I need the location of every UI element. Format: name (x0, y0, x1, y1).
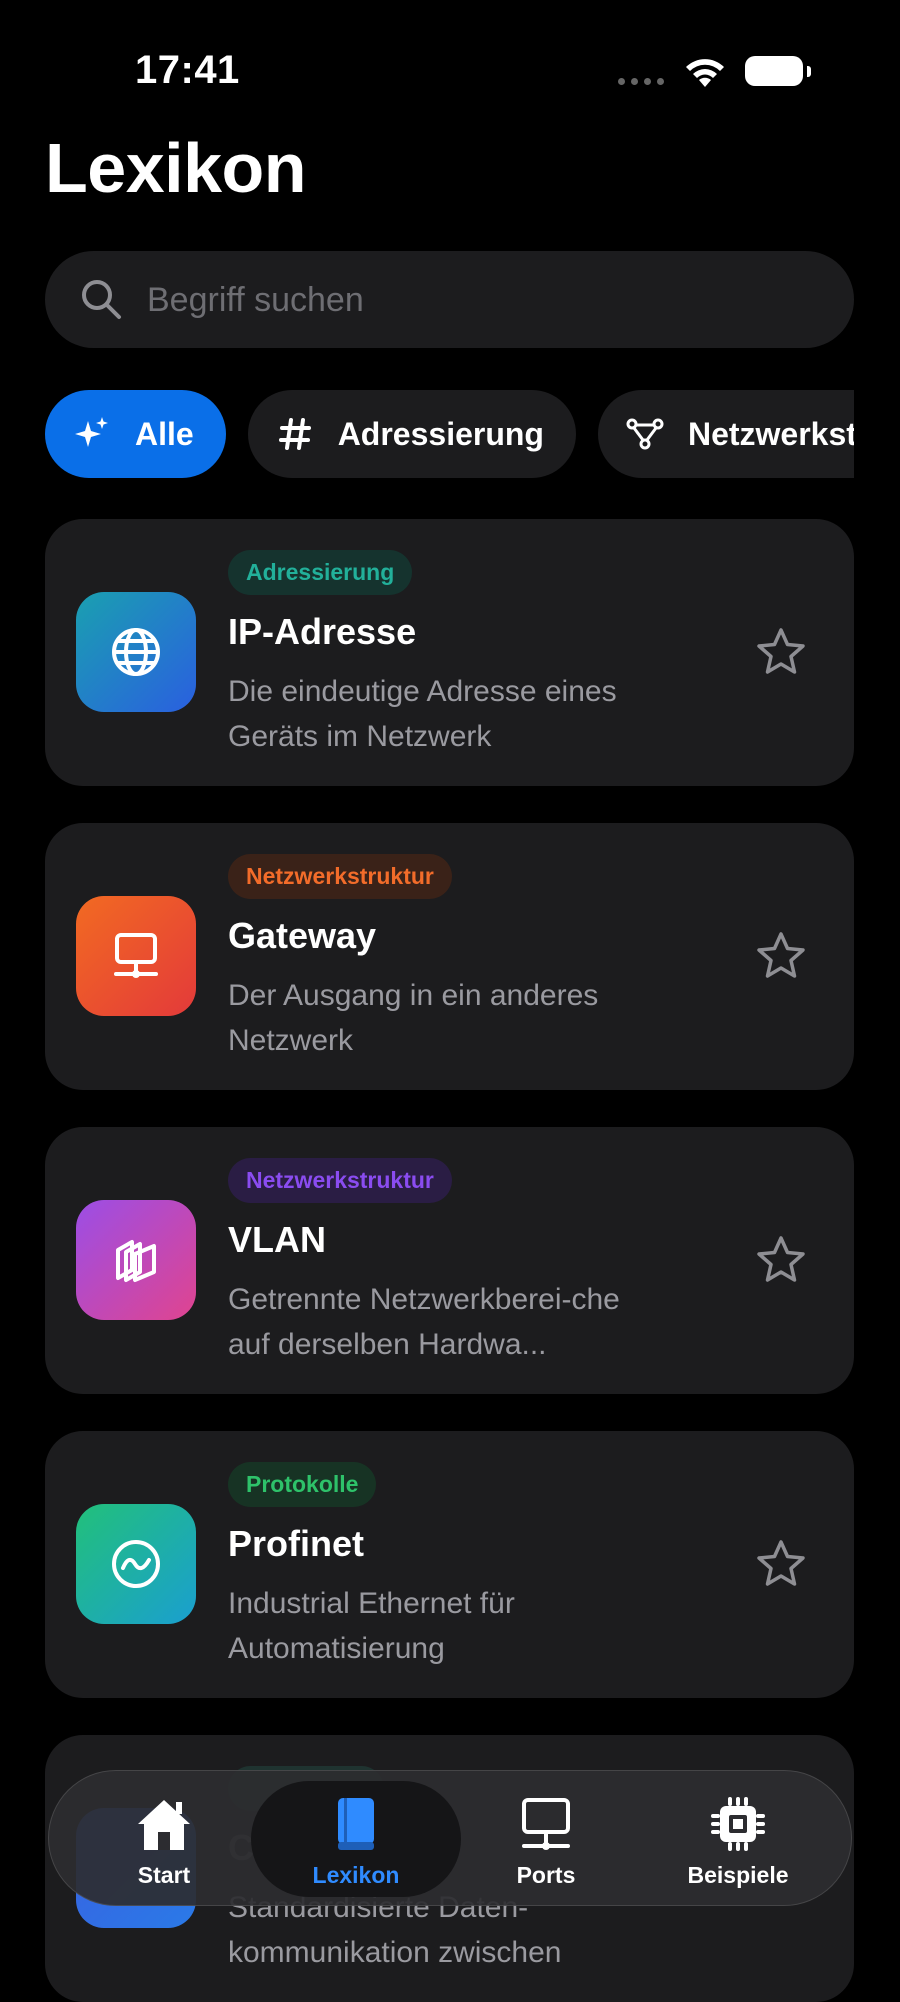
book-icon (338, 1797, 374, 1850)
entry-card-gateway[interactable]: Netzwerkstruktur Gateway Der Ausgang in … (45, 823, 854, 1090)
tab-label: Beispiele (687, 1861, 789, 1888)
cellular-signal-icon (618, 78, 664, 85)
status-time: 17:41 (135, 48, 240, 92)
entry-title: Profinet (228, 1523, 365, 1564)
entry-description: Industrial Ethernet für Automatisierung (228, 1587, 515, 1665)
chip-adressierung[interactable]: Adressierung (247, 390, 576, 478)
house-icon (138, 1799, 190, 1850)
tab-label: Start (137, 1861, 191, 1888)
search-icon (82, 280, 121, 319)
globe-icon (112, 628, 160, 676)
waveform-circle-icon (112, 1540, 160, 1588)
battery-icon (745, 56, 811, 86)
hashtag-icon (276, 415, 314, 453)
chip-netzwerkstruktur[interactable]: Netzwerkstruktur (597, 390, 854, 478)
desktop-icon (522, 1797, 570, 1850)
sparkles-icon (73, 415, 111, 453)
category-badge: Protokolle (228, 1462, 377, 1507)
cpu-chip-icon (711, 1796, 765, 1851)
category-badge: Netzwerkstruktur (228, 1158, 452, 1203)
entry-icon-tile (76, 592, 196, 712)
network-computer-icon (114, 933, 158, 978)
chip-alle[interactable]: Alle (45, 390, 226, 478)
favorite-star-icon[interactable] (755, 930, 807, 982)
chip-label: Netzwerkstruktur (687, 415, 854, 452)
entry-description: Der Ausgang in ein anderes Netzwerk (228, 979, 599, 1057)
entry-card-vlan[interactable]: Netzwerkstruktur VLAN Getrennte Netzwerk… (45, 1127, 854, 1394)
wifi-icon (686, 59, 724, 87)
category-badge: Adressierung (228, 550, 413, 595)
tab-lexikon[interactable]: Lexikon (251, 1771, 461, 1907)
entry-description: Die eindeutige Adresse eines Geräts im N… (228, 675, 617, 753)
tab-beispiele[interactable]: Beispiele (643, 1771, 833, 1907)
favorite-star-icon[interactable] (755, 1234, 807, 1286)
entry-icon-tile (76, 896, 196, 1016)
tab-ports[interactable]: Ports (451, 1771, 641, 1907)
entry-title: IP-Adresse (228, 611, 417, 652)
chip-label: Alle (135, 415, 194, 452)
favorite-star-icon[interactable] (755, 626, 807, 678)
search-input[interactable] (145, 251, 829, 350)
tab-label: Ports (516, 1861, 576, 1888)
category-badge: Netzwerkstruktur (228, 854, 452, 899)
network-nodes-icon (626, 415, 664, 453)
entry-card-profinet[interactable]: Protokolle Profinet Industrial Ethernet … (45, 1431, 854, 1698)
tab-label: Lexikon (312, 1861, 400, 1888)
stacked-squares-icon (116, 1240, 156, 1282)
category-filter-bar[interactable]: Alle Adressierung Netzwerkst (45, 390, 854, 478)
entry-card-ip-adresse[interactable]: Adressierung IP-Adresse Die eindeutige A… (45, 519, 854, 786)
page-title: Lexikon (45, 129, 307, 207)
status-bar: 17:41 (0, 0, 900, 120)
entry-icon-tile (76, 1200, 196, 1320)
tab-bar: Start Lexikon Ports Beispiele (48, 1770, 852, 1906)
tab-start[interactable]: Start (69, 1771, 259, 1907)
entry-title: Gateway (228, 915, 377, 956)
entry-icon-tile (76, 1504, 196, 1624)
entry-description: Getrennte Netzwerkberei-che auf derselbe… (228, 1283, 620, 1361)
chip-label: Adressierung (337, 415, 544, 452)
search-bar[interactable] (45, 251, 854, 350)
entry-title: VLAN (228, 1219, 326, 1260)
favorite-star-icon[interactable] (755, 1538, 807, 1590)
